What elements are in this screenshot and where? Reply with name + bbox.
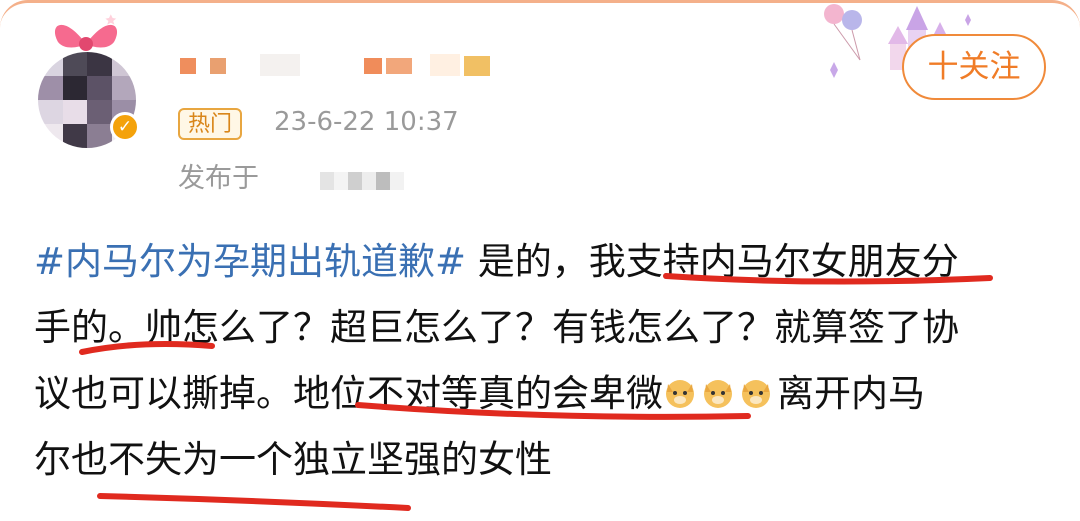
post-line-3: 议也可以撕掉。地位不对等真的会卑微 离开内马	[34, 361, 1054, 427]
post-body: #内马尔为孕期出轨道歉# 是的，我支持内马尔女朋友分 手的。帅怎么了？超巨怎么了…	[34, 229, 1054, 493]
topic-hashtag-link[interactable]: #内马尔为孕期出轨道歉#	[34, 240, 466, 283]
doge-emoji-icon	[742, 380, 770, 408]
verified-badge-icon: ✓	[110, 112, 140, 142]
post-line-2: 手的。帅怎么了？超巨怎么了？有钱怎么了？就算签了协	[34, 306, 959, 349]
post-source: 发布于	[178, 163, 259, 194]
follow-button[interactable]: 十关注	[902, 34, 1046, 100]
post-line-1: #内马尔为孕期出轨道歉# 是的，我支持内马尔女朋友分	[34, 229, 1054, 295]
post-text: 议也可以撕掉。地位不对等真的会卑微	[34, 372, 663, 415]
gift-bow-icon	[54, 14, 118, 51]
post-text: 离开内马	[777, 372, 925, 415]
username-obscured[interactable]	[180, 54, 494, 80]
doge-emoji-icon	[666, 380, 694, 408]
doge-emoji-icon	[704, 380, 732, 408]
post-timestamp: 23-6-22 10:37	[274, 107, 459, 137]
post-text: 是的，我支持内马尔女朋友分	[466, 240, 959, 283]
post-line-4: 尔也不失为一个独立坚强的女性	[34, 438, 552, 481]
hot-badge: 热门	[178, 108, 243, 140]
source-obscured	[320, 172, 404, 190]
